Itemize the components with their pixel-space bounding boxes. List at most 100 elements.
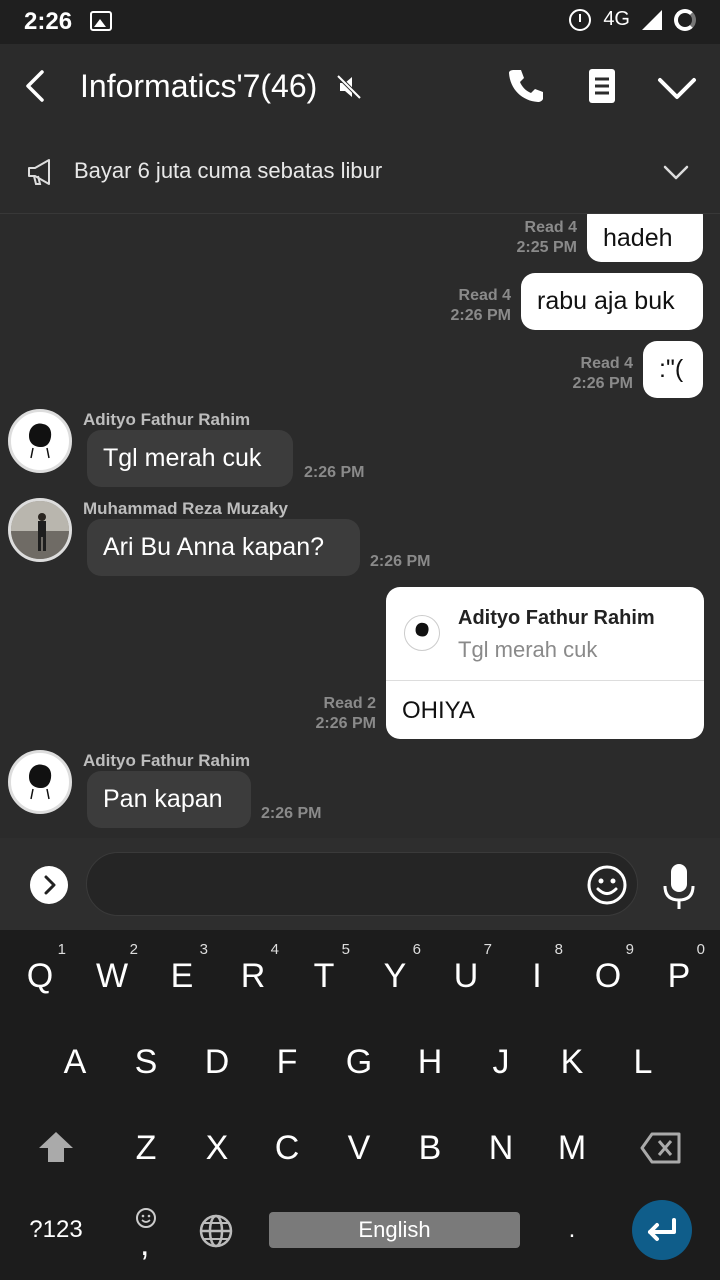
avatar[interactable] bbox=[8, 498, 72, 562]
message-time: 2:26 PM bbox=[370, 553, 431, 570]
avatar[interactable] bbox=[8, 409, 72, 473]
alarm-icon bbox=[569, 8, 592, 31]
outgoing-message[interactable]: hadeh bbox=[587, 214, 703, 262]
key-k[interactable]: K bbox=[536, 1022, 608, 1102]
message-meta: Read 4 2:26 PM bbox=[573, 354, 633, 394]
message-text: OHIYA bbox=[402, 697, 475, 724]
avatar[interactable] bbox=[8, 750, 72, 814]
message-text: :"( bbox=[659, 355, 684, 383]
user-avatar-icon bbox=[29, 423, 52, 459]
quoted-avatar bbox=[404, 615, 440, 651]
key-y[interactable]: Y6 bbox=[359, 936, 431, 1016]
user-avatar-icon bbox=[415, 622, 429, 637]
key-o[interactable]: O9 bbox=[572, 936, 644, 1016]
message-text: hadeh bbox=[603, 223, 673, 252]
backspace-icon bbox=[640, 1132, 681, 1164]
read-receipt: Read 4 bbox=[458, 287, 511, 304]
read-receipt: Read 4 bbox=[580, 355, 633, 372]
key-d[interactable]: D bbox=[181, 1022, 253, 1102]
key-q[interactable]: Q1 bbox=[4, 936, 76, 1016]
key-s[interactable]: S bbox=[110, 1022, 182, 1102]
incoming-message[interactable]: Pan kapan bbox=[87, 771, 251, 828]
chevron-down-icon[interactable] bbox=[656, 70, 698, 106]
message-meta: Read 2 2:26 PM bbox=[316, 694, 376, 734]
key-v[interactable]: V bbox=[323, 1108, 395, 1188]
keyboard: Q1 W2 E3 R4 T5 Y6 U7 I8 O9 P0 A S D F G … bbox=[0, 930, 720, 1280]
key-e[interactable]: E3 bbox=[146, 936, 218, 1016]
message-time: 2:25 PM bbox=[516, 239, 577, 256]
incoming-message[interactable]: Tgl merah cuk bbox=[87, 430, 293, 487]
outgoing-message[interactable]: :"( bbox=[643, 341, 703, 398]
chat-header: Informatics'7(46) bbox=[0, 44, 720, 132]
message-time: 2:26 PM bbox=[261, 805, 322, 822]
sender-name: Muhammad Reza Muzaky bbox=[83, 499, 288, 518]
status-indicators: 4G bbox=[569, 8, 696, 31]
key-h[interactable]: H bbox=[394, 1022, 466, 1102]
chevron-right-icon bbox=[44, 875, 56, 895]
key-u[interactable]: U7 bbox=[430, 936, 502, 1016]
message-input-bar bbox=[0, 838, 720, 930]
period-key[interactable]: . bbox=[536, 1190, 608, 1270]
enter-icon bbox=[648, 1218, 676, 1241]
incoming-message[interactable]: Ari Bu Anna kapan? bbox=[87, 519, 360, 576]
language-key[interactable] bbox=[180, 1190, 252, 1270]
key-a[interactable]: A bbox=[39, 1022, 111, 1102]
quoted-text: Tgl merah cuk bbox=[458, 637, 598, 662]
announcement-bar[interactable]: Bayar 6 juta cuma sebatas libur bbox=[0, 132, 720, 214]
shift-key[interactable] bbox=[20, 1108, 92, 1188]
battery-icon bbox=[674, 8, 696, 31]
chat-title[interactable]: Informatics'7(46) bbox=[80, 68, 317, 105]
message-time: 2:26 PM bbox=[572, 375, 633, 392]
microphone-icon[interactable] bbox=[660, 862, 698, 912]
key-g[interactable]: G bbox=[323, 1022, 395, 1102]
back-arrow-icon[interactable] bbox=[18, 66, 58, 106]
key-x[interactable]: X bbox=[181, 1108, 253, 1188]
message-time: 2:26 PM bbox=[315, 715, 376, 732]
emoji-icon[interactable] bbox=[586, 864, 628, 906]
backspace-key[interactable] bbox=[625, 1108, 697, 1188]
key-t[interactable]: T5 bbox=[288, 936, 360, 1016]
globe-icon bbox=[199, 1214, 233, 1248]
announcement-expand-icon[interactable] bbox=[662, 158, 690, 186]
network-type: 4G bbox=[603, 8, 630, 30]
comma-emoji-key[interactable]: , bbox=[110, 1190, 182, 1270]
message-meta: Read 4 2:25 PM bbox=[517, 218, 577, 258]
phone-icon[interactable] bbox=[506, 66, 546, 106]
key-r[interactable]: R4 bbox=[217, 936, 289, 1016]
notes-icon[interactable] bbox=[584, 66, 620, 106]
symbols-key[interactable]: ?123 bbox=[20, 1190, 92, 1270]
space-bar[interactable]: English bbox=[269, 1212, 520, 1248]
key-c[interactable]: C bbox=[251, 1108, 323, 1188]
key-p[interactable]: P0 bbox=[643, 936, 715, 1016]
mute-icon bbox=[336, 74, 362, 100]
signal-icon bbox=[642, 9, 662, 30]
key-j[interactable]: J bbox=[465, 1022, 537, 1102]
key-z[interactable]: Z bbox=[110, 1108, 182, 1188]
megaphone-icon bbox=[28, 159, 50, 185]
status-time: 2:26 bbox=[24, 8, 73, 35]
key-i[interactable]: I8 bbox=[501, 936, 573, 1016]
expand-menu-button[interactable] bbox=[30, 866, 68, 904]
reply-message[interactable]: Adityo Fathur Rahim Tgl merah cuk OHIYA bbox=[386, 587, 704, 739]
message-text: Pan kapan bbox=[103, 785, 223, 813]
key-b[interactable]: B bbox=[394, 1108, 466, 1188]
message-time: 2:26 PM bbox=[450, 307, 511, 324]
image-notification-icon bbox=[90, 11, 112, 31]
message-meta: Read 4 2:26 PM bbox=[451, 286, 511, 326]
enter-key[interactable] bbox=[632, 1200, 692, 1260]
message-input[interactable] bbox=[86, 852, 638, 916]
key-n[interactable]: N bbox=[465, 1108, 537, 1188]
message-list[interactable]: Read 4 2:25 PM hadeh Read 4 2:26 PM rabu… bbox=[0, 214, 720, 838]
key-m[interactable]: M bbox=[536, 1108, 608, 1188]
key-w[interactable]: W2 bbox=[76, 936, 148, 1016]
message-time: 2:26 PM bbox=[304, 464, 365, 481]
quoted-sender: Adityo Fathur Rahim bbox=[458, 607, 655, 629]
outgoing-message[interactable]: rabu aja buk bbox=[521, 273, 703, 330]
user-photo bbox=[11, 501, 69, 559]
sender-name: Adityo Fathur Rahim bbox=[83, 751, 251, 770]
quoted-message[interactable]: Adityo Fathur Rahim Tgl merah cuk bbox=[386, 587, 704, 681]
key-l[interactable]: L bbox=[607, 1022, 679, 1102]
shift-icon bbox=[39, 1132, 73, 1162]
announcement-text: Bayar 6 juta cuma sebatas libur bbox=[74, 158, 383, 183]
key-f[interactable]: F bbox=[251, 1022, 323, 1102]
